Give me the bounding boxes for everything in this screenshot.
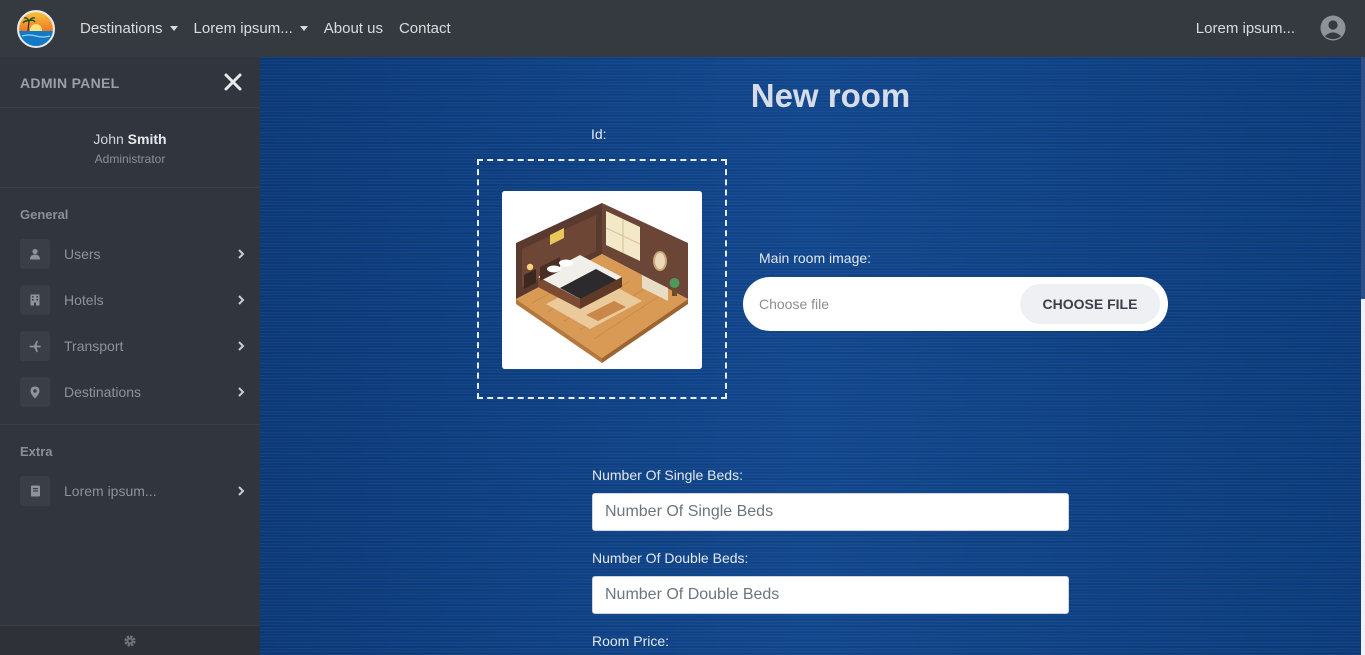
nav-user-menu[interactable]: Lorem ipsum... [1196,0,1295,57]
building-icon [20,285,50,315]
chevron-right-icon [238,295,245,305]
file-input[interactable]: Choose file CHOOSE FILE [743,277,1168,331]
image-label: Main room image: [759,250,872,266]
nav-link-label: Lorem ipsum... [193,20,293,37]
nav-destinations-dropdown[interactable]: Destinations [80,20,178,37]
sidebar-item-label: Hotels [64,292,104,308]
top-navbar: Destinations Lorem ipsum... About us Con… [0,0,1365,57]
sidebar-user-card: John Smith Administrator [0,108,260,188]
sidebar-header: ADMIN PANEL [0,57,260,108]
caret-down-icon [169,26,178,31]
sidebar-item-destinations[interactable]: Destinations [0,369,260,415]
sidebar-item-users[interactable]: Users [0,231,260,277]
nav-link-label: Destinations [80,20,163,37]
choose-file-button[interactable]: CHOOSE FILE [1020,284,1160,324]
sidebar-item-label: Destinations [64,384,142,400]
sidebar-title: ADMIN PANEL [20,75,120,91]
nav-lorem-dropdown[interactable]: Lorem ipsum... [194,20,308,37]
gear-icon[interactable] [123,634,137,648]
nav-link-label: About us [323,20,383,37]
nav-links: Destinations Lorem ipsum... About us Con… [80,0,467,57]
main-content: New room Id: Main room image: Choose fil… [260,57,1361,655]
user-last-name: Smith [127,131,167,147]
file-placeholder: Choose file [759,296,830,312]
sidebar-item-lorem[interactable]: Lorem ipsum... [0,468,260,514]
nav-about-us[interactable]: About us [324,20,383,37]
caret-down-icon [299,26,308,31]
user-avatar-icon[interactable] [1320,15,1346,41]
sidebar-footer [0,625,260,655]
double-beds-input[interactable] [592,576,1069,614]
map-pin-icon [20,377,50,407]
sidebar-section-extra: Extra Lorem ipsum... [0,425,260,514]
sunset-logo-icon [19,12,53,46]
sidebar-item-transport[interactable]: Transport [0,323,260,369]
nav-link-label: Contact [398,20,451,37]
room-image-preview [502,191,702,369]
bedroom-illustration-icon [502,191,702,369]
book-icon [20,476,50,506]
sidebar-item-hotels[interactable]: Hotels [0,277,260,323]
chevron-right-icon [238,486,245,496]
sidebar-item-label: Lorem ipsum... [64,483,157,499]
room-price-label: Room Price: [592,633,670,649]
id-label: Id: [591,126,607,142]
sidebar-item-label: Transport [64,338,124,354]
plane-icon [20,331,50,361]
close-icon[interactable] [224,73,242,91]
single-beds-label: Number Of Single Beds: [592,467,743,483]
section-title: Extra [20,444,53,459]
sidebar-section-general: General Users Hotels Transport Destinati… [0,188,260,415]
user-first-name: John [93,131,124,147]
site-logo[interactable] [17,10,55,48]
section-title: General [20,207,69,222]
user-role: Administrator [94,152,166,166]
chevron-right-icon [238,387,245,397]
page-scrollbar-thumb[interactable] [1361,57,1365,299]
single-beds-input[interactable] [592,493,1069,531]
chevron-right-icon [238,341,245,351]
nav-contact[interactable]: Contact [399,20,451,37]
page-title: New room [750,77,911,114]
user-icon [20,239,50,269]
admin-sidebar: ADMIN PANEL John Smith Administrator Gen… [0,57,260,655]
double-beds-label: Number Of Double Beds: [592,550,749,566]
chevron-right-icon [238,249,245,259]
sidebar-item-label: Users [64,246,101,262]
user-name: John Smith [0,131,260,147]
